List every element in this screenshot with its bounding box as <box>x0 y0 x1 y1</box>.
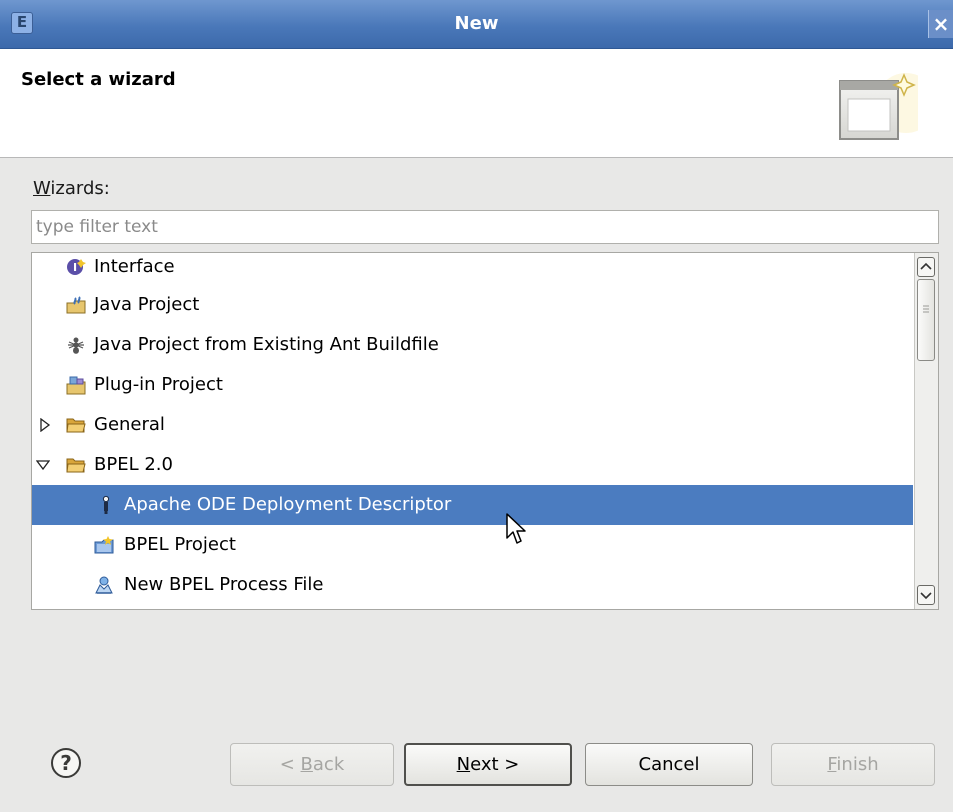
tree-item-plugin-project[interactable]: Plug-in Project <box>32 365 913 405</box>
tree-item-ode-descriptor[interactable]: Apache ODE Deployment Descriptor <box>32 485 913 525</box>
svg-text:I: I <box>73 261 77 274</box>
folder-icon <box>66 418 86 433</box>
deployment-descriptor-icon <box>102 495 110 514</box>
mouse-pointer-icon <box>506 513 526 544</box>
svg-text:?: ? <box>60 751 72 775</box>
title-bar[interactable]: E New × <box>0 0 953 49</box>
bpel-project-icon <box>94 536 114 554</box>
bpel-process-icon <box>95 576 113 594</box>
collapse-arrow-icon[interactable] <box>36 458 50 472</box>
tree-item-interface[interactable]: I Interface <box>32 253 913 287</box>
ant-icon <box>68 337 84 354</box>
chevron-down-icon <box>920 592 932 600</box>
wizard-header: Select a wizard <box>0 49 953 158</box>
tree-item-java-project[interactable]: Java Project <box>32 285 913 325</box>
tree-item-bpel-category[interactable]: BPEL 2.0 <box>32 445 913 485</box>
chevron-up-icon <box>920 262 932 270</box>
tree-item-label: New BPEL Process File <box>124 574 324 595</box>
tree-item-general[interactable]: General <box>32 405 913 445</box>
tree-scrollbar[interactable] <box>914 253 938 609</box>
tree-item-label: Interface <box>94 256 175 277</box>
page-title: Select a wizard <box>21 69 176 90</box>
tree-item-label: Plug-in Project <box>94 374 223 395</box>
help-icon[interactable]: ? <box>50 747 82 779</box>
tree-item-label: BPEL 2.0 <box>94 454 173 475</box>
expand-arrow-icon[interactable] <box>38 418 52 432</box>
cancel-button[interactable]: Cancel <box>585 743 753 786</box>
window-title: New <box>454 13 499 34</box>
wizards-label: Wizards: <box>33 178 110 199</box>
folder-open-icon <box>66 458 86 473</box>
scroll-down-button[interactable] <box>917 585 935 605</box>
tree-item-label: Java Project from Existing Ant Buildfile <box>94 334 439 355</box>
tree-item-label: Apache ODE Deployment Descriptor <box>124 494 452 515</box>
close-button[interactable]: × <box>928 10 953 38</box>
tree-item-label: Java Project <box>94 294 200 315</box>
tree-item-label: BPEL Project <box>124 534 236 555</box>
tree-item-label: General <box>94 414 165 435</box>
wizard-tree[interactable]: I Interface Java Project Java Project fr… <box>31 252 939 610</box>
java-project-icon <box>66 296 86 314</box>
interface-icon: I <box>67 259 86 275</box>
tree-item-ant-project[interactable]: Java Project from Existing Ant Buildfile <box>32 325 913 365</box>
tree-item-bpel-process-file[interactable]: New BPEL Process File <box>32 565 913 605</box>
finish-button[interactable]: Finish <box>771 743 935 786</box>
back-button[interactable]: < Back <box>230 743 394 786</box>
next-button[interactable]: Next > <box>404 743 572 786</box>
scroll-thumb[interactable] <box>917 279 935 361</box>
new-wizard-banner-icon <box>839 73 918 140</box>
plugin-project-icon <box>66 376 86 395</box>
grip-icon <box>923 305 929 313</box>
scroll-up-button[interactable] <box>917 257 935 277</box>
tree-item-bpel-project[interactable]: BPEL Project <box>32 525 913 565</box>
filter-input[interactable] <box>31 210 939 244</box>
